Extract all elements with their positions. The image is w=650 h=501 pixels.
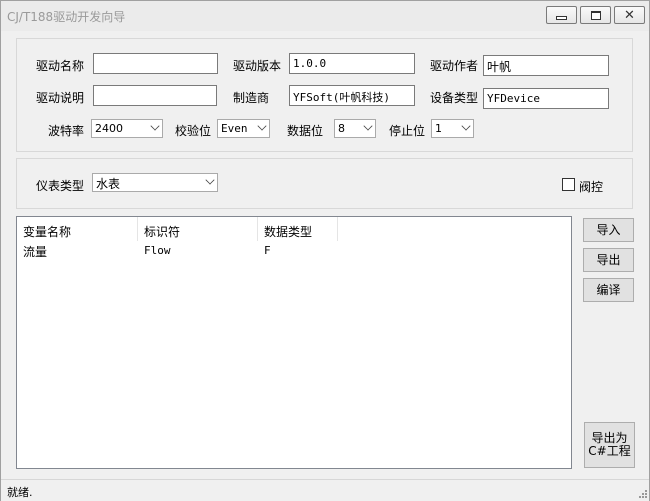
stop-bits-label: 停止位 [389, 124, 426, 138]
maximize-button[interactable] [580, 6, 611, 24]
data-bits-select[interactable]: 8 [334, 119, 376, 138]
meter-type-label: 仪表类型 [36, 179, 85, 193]
data-bits-label: 数据位 [287, 124, 324, 138]
export-csharp-line2: C#工程 [588, 444, 631, 458]
valve-control-checkbox[interactable] [562, 178, 575, 191]
chevron-down-icon [257, 121, 267, 131]
row-data-type-cell: F [264, 244, 271, 257]
compile-button[interactable]: 编译 [583, 278, 634, 302]
table-row[interactable]: 流量 Flow F [17, 243, 571, 260]
close-icon: ✕ [624, 7, 635, 23]
data-bits-value: 8 [338, 122, 345, 135]
chevron-down-icon [363, 121, 373, 131]
row-identifier-cell: Flow [144, 244, 171, 257]
chevron-down-icon [205, 175, 215, 185]
meter-type-select[interactable]: 水表 [92, 173, 218, 192]
parity-select[interactable]: Even [217, 119, 270, 138]
minimize-button[interactable] [546, 6, 577, 24]
status-text: 就绪. [7, 486, 33, 499]
column-header-name[interactable]: 变量名称 [17, 217, 138, 241]
column-header-identifier[interactable]: 标识符 [138, 217, 258, 241]
list-header: 变量名称 标识符 数据类型 [17, 217, 571, 241]
baud-rate-value: 2400 [95, 122, 123, 135]
maximize-icon [590, 10, 601, 20]
main-window: CJ/T188驱动开发向导 ✕ 驱动名称 驱动版本 1.0.0 驱动作者 叶帆 … [0, 0, 650, 501]
device-type-label: 设备类型 [430, 91, 479, 105]
parity-value: Even [221, 122, 248, 135]
baud-rate-label: 波特率 [48, 124, 85, 138]
window-title: CJ/T188驱动开发向导 [7, 10, 126, 24]
stop-bits-select[interactable]: 1 [431, 119, 474, 138]
import-button[interactable]: 导入 [583, 218, 634, 242]
export-csharp-project-button[interactable]: 导出为 C#工程 [584, 422, 635, 468]
device-type-input[interactable]: YFDevice [483, 88, 609, 109]
variable-list[interactable]: 变量名称 标识符 数据类型 流量 Flow F [16, 216, 572, 469]
driver-desc-input[interactable] [93, 85, 217, 106]
chevron-down-icon [150, 121, 160, 131]
driver-author-input[interactable]: 叶帆 [483, 55, 609, 76]
parity-label: 校验位 [175, 124, 212, 138]
resize-grip-icon[interactable] [637, 488, 647, 498]
driver-name-input[interactable] [93, 53, 218, 74]
maker-input[interactable]: YFSoft(叶帆科技) [289, 85, 415, 106]
maker-label: 制造商 [233, 91, 270, 105]
chevron-down-icon [461, 121, 471, 131]
meter-type-value: 水表 [96, 177, 121, 191]
driver-desc-label: 驱动说明 [36, 91, 85, 105]
status-bar: 就绪. [1, 479, 649, 501]
driver-author-label: 驱动作者 [430, 59, 479, 73]
title-bar: CJ/T188驱动开发向导 ✕ [1, 1, 649, 31]
driver-version-label: 驱动版本 [233, 59, 282, 73]
row-name-cell: 流量 [23, 245, 48, 259]
export-button[interactable]: 导出 [583, 248, 634, 272]
driver-version-input[interactable]: 1.0.0 [289, 53, 415, 74]
close-button[interactable]: ✕ [614, 6, 645, 24]
valve-control-label: 阀控 [579, 180, 604, 194]
driver-name-label: 驱动名称 [36, 59, 85, 73]
stop-bits-value: 1 [435, 122, 442, 135]
column-header-data-type[interactable]: 数据类型 [258, 217, 338, 241]
minimize-icon [556, 15, 567, 20]
baud-rate-select[interactable]: 2400 [91, 119, 163, 138]
